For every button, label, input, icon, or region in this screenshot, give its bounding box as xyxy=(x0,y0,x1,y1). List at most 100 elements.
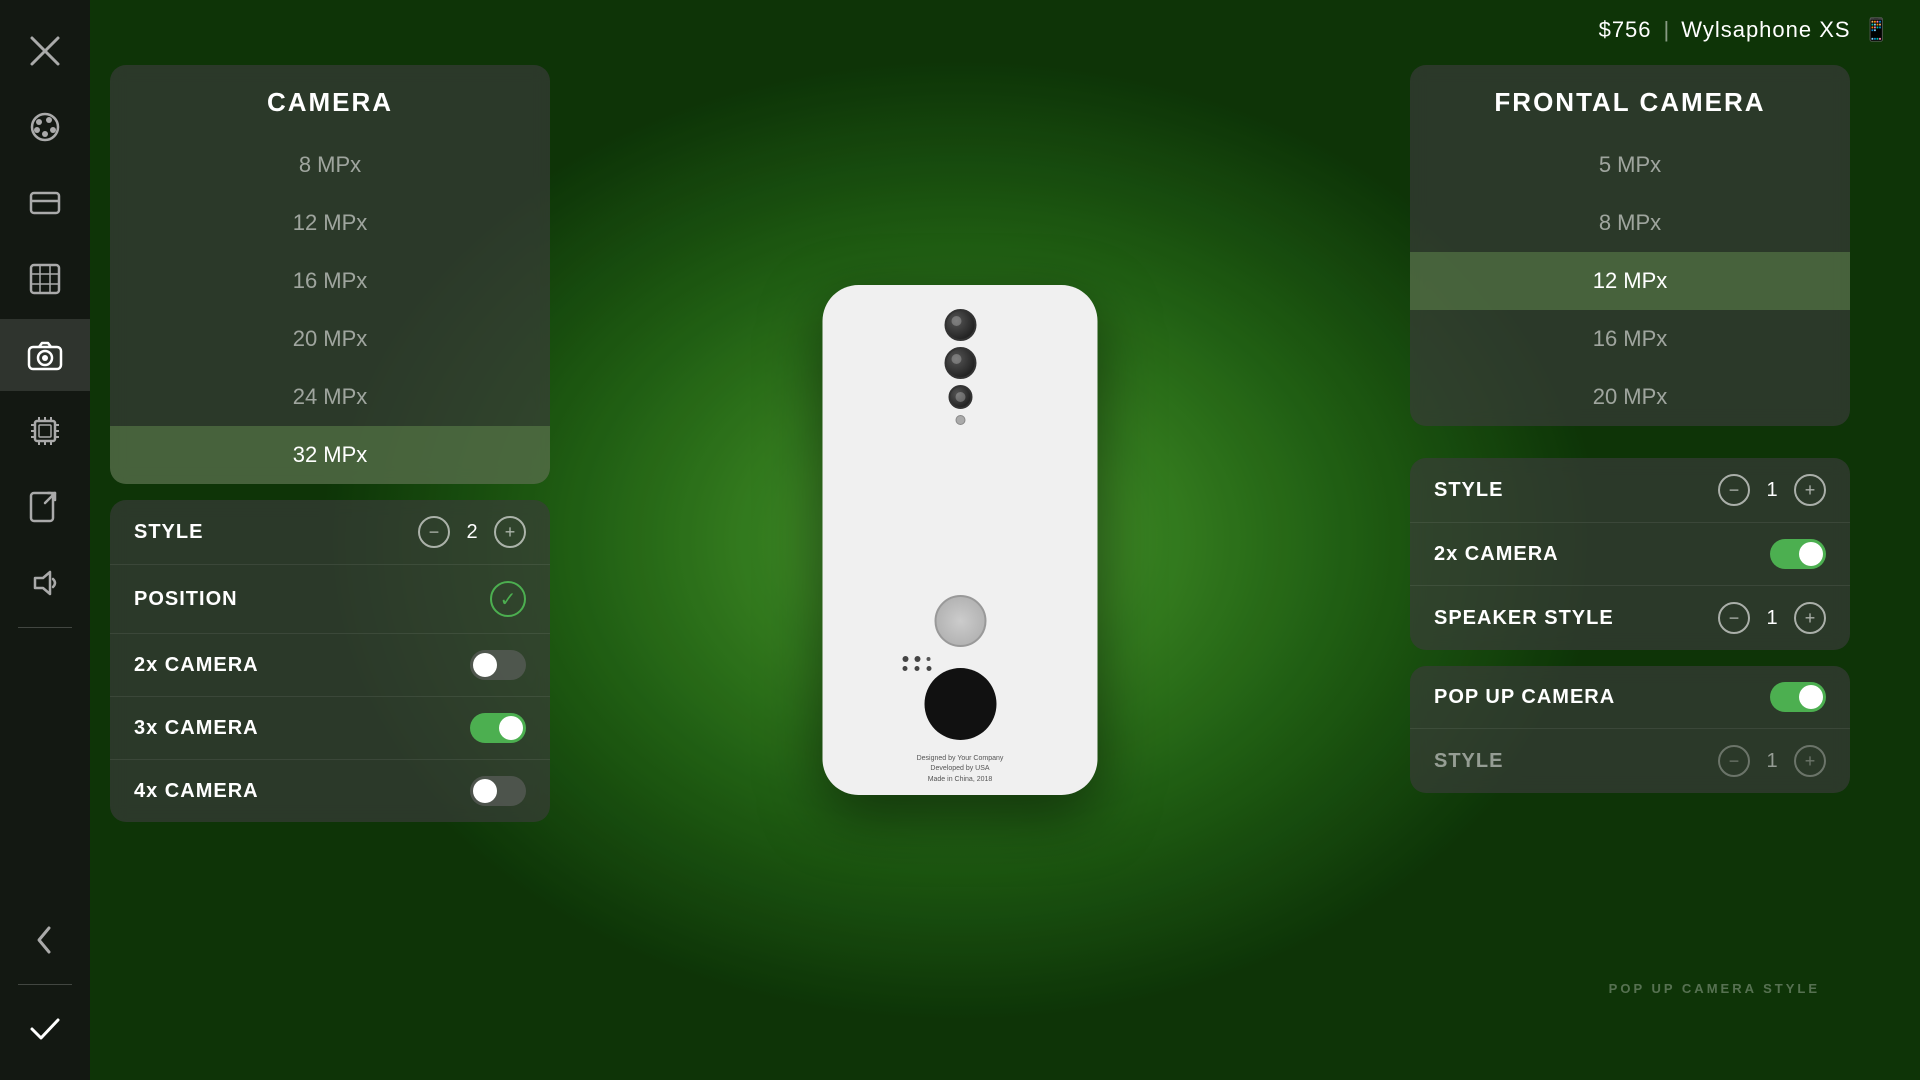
camera-option-16mpx[interactable]: 16 MPx xyxy=(110,252,550,310)
popup-camera-card: POP UP CAMERA STYLE − 1 + xyxy=(1410,666,1850,793)
frontal-camera2x-label: 2x CAMERA xyxy=(1434,543,1559,566)
style-decrement[interactable]: − xyxy=(418,516,450,548)
toolbar-texture[interactable] xyxy=(0,243,90,315)
position-row: POSITION ✓ xyxy=(110,565,550,634)
toolbar-back-nav[interactable] xyxy=(0,904,90,976)
camera-module xyxy=(944,309,976,425)
toolbar-sound[interactable] xyxy=(0,547,90,619)
frontal-style-label: STYLE xyxy=(1434,479,1503,502)
dot xyxy=(926,666,931,671)
camera-option-8mpx[interactable]: 8 MPx xyxy=(110,136,550,194)
price-label: $756 xyxy=(1599,17,1652,43)
style-row: STYLE − 2 + xyxy=(110,500,550,565)
phone-company-text: Designed by Your Company Developed by US… xyxy=(917,754,1004,786)
logo-area xyxy=(924,668,996,740)
popup-style-row: STYLE − 1 + xyxy=(1410,729,1850,793)
frontal-option-20mpx[interactable]: 20 MPx xyxy=(1410,368,1850,426)
camera3x-knob xyxy=(499,716,523,740)
dot xyxy=(914,666,919,671)
fingerprint-area xyxy=(934,595,986,647)
frontal-camera2x-toggle[interactable] xyxy=(1770,539,1826,569)
camera-option-32mpx[interactable]: 32 MPx xyxy=(110,426,550,484)
popup-style-value: 1 xyxy=(1762,750,1782,773)
camera-option-20mpx[interactable]: 20 MPx xyxy=(110,310,550,368)
camera2x-toggle[interactable] xyxy=(470,650,526,680)
phone-icon: 📱 xyxy=(1863,17,1890,43)
popup-camera-label: POP UP CAMERA xyxy=(1434,686,1615,709)
camera2x-label: 2x CAMERA xyxy=(134,654,259,677)
flash xyxy=(955,415,965,425)
lens-2 xyxy=(944,347,976,379)
popup-style-label-area: POP UP CAMERA STYLE xyxy=(1609,979,1820,1000)
frontal-style-increment[interactable]: + xyxy=(1794,474,1826,506)
position-label: POSITION xyxy=(134,588,238,611)
dot xyxy=(902,656,908,662)
header-divider: | xyxy=(1664,17,1670,43)
frontal-style-row: STYLE − 1 + xyxy=(1410,458,1850,523)
style-stepper: − 2 + xyxy=(418,516,526,548)
position-check[interactable]: ✓ xyxy=(490,581,526,617)
speaker-value: 1 xyxy=(1762,607,1782,630)
phone-mockup: ✛ Designed by Your Comp xyxy=(823,285,1098,795)
frontal-style-decrement[interactable]: − xyxy=(1718,474,1750,506)
dot xyxy=(914,656,920,662)
frontal-style-value: 1 xyxy=(1762,479,1782,502)
frontal-style-stepper: − 1 + xyxy=(1718,474,1826,506)
frontal-camera-title: FRONTAL CAMERA xyxy=(1410,65,1850,136)
camera3x-toggle[interactable] xyxy=(470,713,526,743)
right-panel: FRONTAL CAMERA 5 MPx 8 MPx 12 MPx 16 MPx… xyxy=(1410,65,1850,793)
toolbar-chip[interactable] xyxy=(0,395,90,467)
frontal-camera-card: FRONTAL CAMERA 5 MPx 8 MPx 12 MPx 16 MPx… xyxy=(1410,65,1850,426)
frontal-option-5mpx[interactable]: 5 MPx xyxy=(1410,136,1850,194)
style-value: 2 xyxy=(462,521,482,544)
lens-1 xyxy=(944,309,976,341)
popup-style-text: POP UP CAMERA STYLE xyxy=(1609,979,1820,1000)
camera4x-row: 4x CAMERA xyxy=(110,760,550,822)
popup-style-decrement[interactable]: − xyxy=(1718,745,1750,777)
camera3x-row: 3x CAMERA xyxy=(110,697,550,760)
speaker-stepper: − 1 + xyxy=(1718,602,1826,634)
popup-style-increment[interactable]: + xyxy=(1794,745,1826,777)
speaker-style-row: SPEAKER STYLE − 1 + xyxy=(1410,586,1850,650)
popup-camera-knob xyxy=(1799,685,1823,709)
dots-grid xyxy=(902,656,934,671)
model-label: Wylsaphone XS xyxy=(1681,17,1850,43)
camera4x-knob xyxy=(473,779,497,803)
style-label: STYLE xyxy=(134,521,203,544)
speaker-style-label: SPEAKER STYLE xyxy=(1434,607,1614,630)
toolbar-pencil-cross[interactable] xyxy=(0,15,90,87)
camera2x-row: 2x CAMERA xyxy=(110,634,550,697)
toolbar-palette[interactable] xyxy=(0,91,90,163)
camera-option-12mpx[interactable]: 12 MPx xyxy=(110,194,550,252)
header: $756 | Wylsaphone XS 📱 xyxy=(90,0,1920,60)
camera3x-label: 3x CAMERA xyxy=(134,717,259,740)
camera-options-card: STYLE − 2 + POSITION ✓ 2x CAMERA 3x CAME… xyxy=(110,500,550,822)
toolbar-divider xyxy=(18,627,72,628)
camera-option-24mpx[interactable]: 24 MPx xyxy=(110,368,550,426)
popup-camera-toggle[interactable] xyxy=(1770,682,1826,712)
frontal-option-12mpx[interactable]: 12 MPx xyxy=(1410,252,1850,310)
toolbar xyxy=(0,0,90,1080)
frontal-camera2x-knob xyxy=(1799,542,1823,566)
toolbar-confirm[interactable] xyxy=(0,993,90,1065)
frontal-option-8mpx[interactable]: 8 MPx xyxy=(1410,194,1850,252)
popup-camera-row: POP UP CAMERA xyxy=(1410,666,1850,729)
speaker-decrement[interactable]: − xyxy=(1718,602,1750,634)
camera-resolution-card: CAMERA 8 MPx 12 MPx 16 MPx 20 MPx 24 MPx… xyxy=(110,65,550,484)
toolbar-card[interactable] xyxy=(0,167,90,239)
frontal-option-16mpx[interactable]: 16 MPx xyxy=(1410,310,1850,368)
logo-wrapper xyxy=(924,668,996,740)
style-increment[interactable]: + xyxy=(494,516,526,548)
frontal-options-card: STYLE − 1 + 2x CAMERA SPEAKER STYLE − 1 … xyxy=(1410,458,1850,650)
toolbar-camera[interactable] xyxy=(0,319,90,391)
speaker-increment[interactable]: + xyxy=(1794,602,1826,634)
dot xyxy=(902,666,907,671)
phone-logo-circle xyxy=(924,668,996,740)
frontal-camera2x-row: 2x CAMERA xyxy=(1410,523,1850,586)
left-panel: CAMERA 8 MPx 12 MPx 16 MPx 20 MPx 24 MPx… xyxy=(110,65,550,822)
camera4x-toggle[interactable] xyxy=(470,776,526,806)
dot xyxy=(926,657,930,661)
toolbar-export[interactable] xyxy=(0,471,90,543)
camera4x-label: 4x CAMERA xyxy=(134,780,259,803)
phone-container: ✛ Designed by Your Comp xyxy=(823,285,1098,795)
